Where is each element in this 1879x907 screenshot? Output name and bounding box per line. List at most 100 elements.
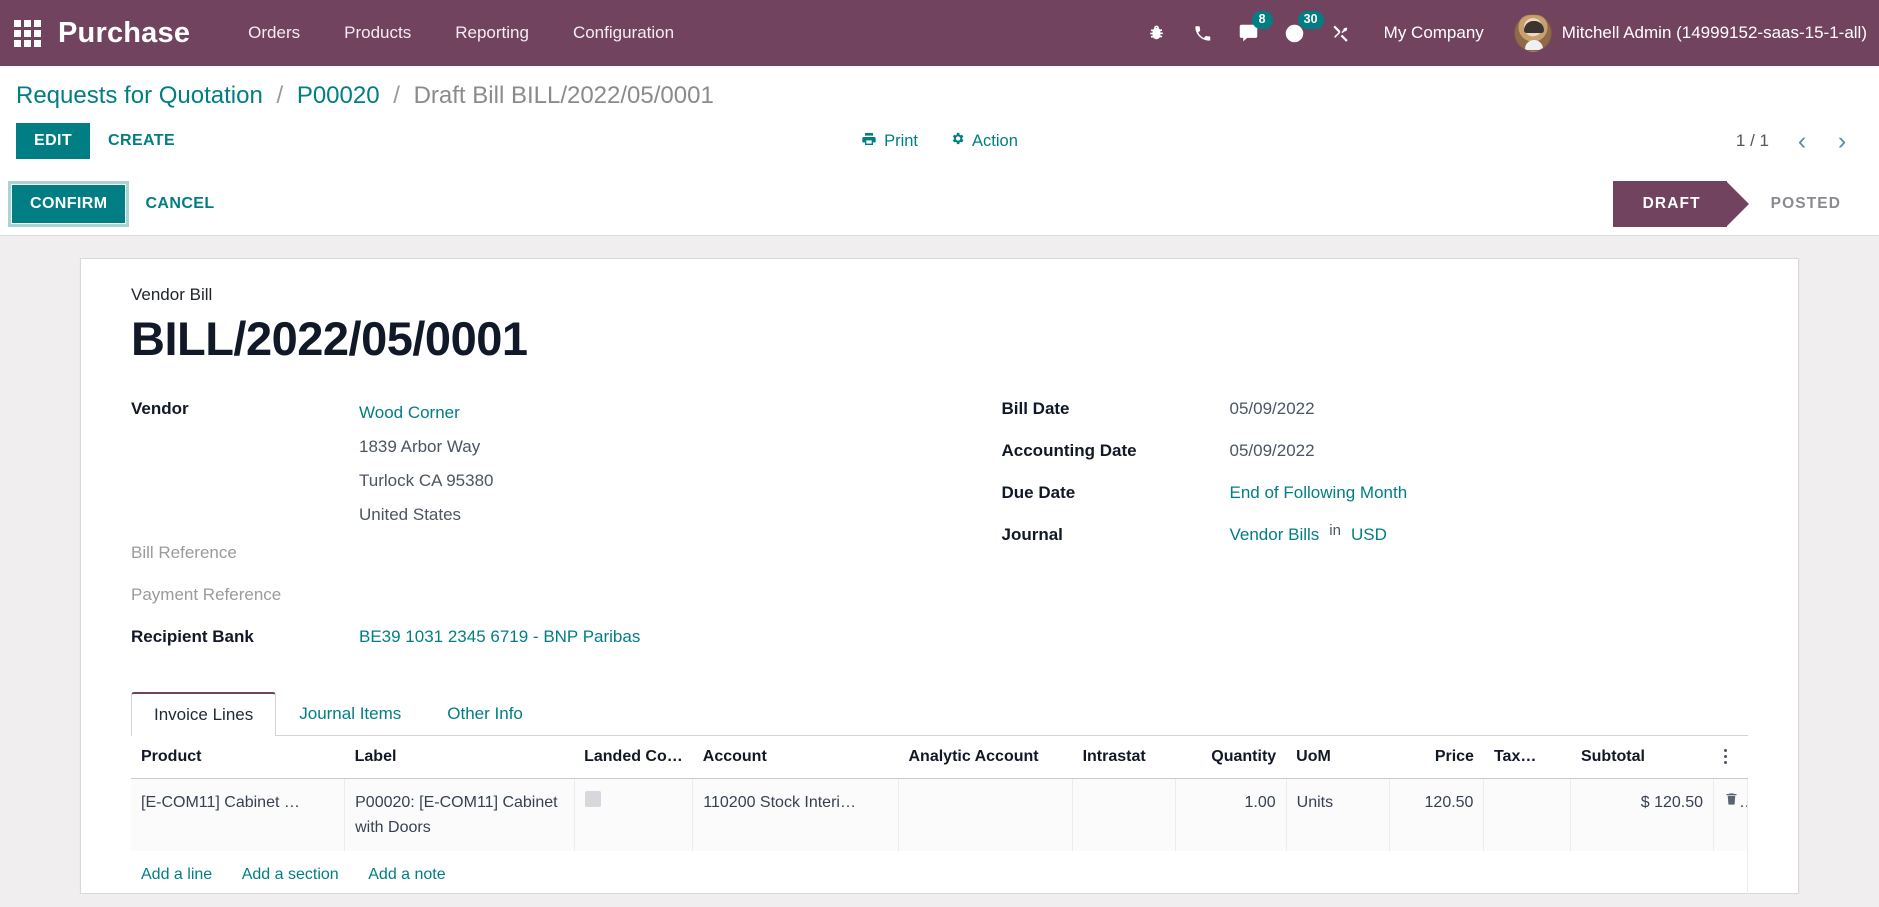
tab-invoice-lines[interactable]: Invoice Lines — [131, 692, 277, 736]
menu-item-orders[interactable]: Orders — [226, 13, 322, 53]
print-button[interactable]: Print — [861, 131, 918, 152]
field-value-accounting-date[interactable]: 05/09/2022 — [1230, 438, 1315, 461]
activities-clock-icon[interactable]: 30 — [1272, 0, 1324, 66]
tab-journal-items[interactable]: Journal Items — [276, 692, 424, 736]
column-header-uom[interactable]: UoM — [1286, 736, 1390, 779]
control-panel-actions: Print Action — [0, 131, 1879, 152]
status-bar: CONFIRM CANCEL DRAFT POSTED — [0, 173, 1879, 236]
column-header-intrastat[interactable]: Intrastat — [1072, 736, 1176, 779]
field-label-due-date: Due Date — [1001, 483, 1076, 502]
status-stages: DRAFT POSTED — [1612, 181, 1879, 227]
breadcrumb-root[interactable]: Requests for Quotation — [16, 82, 263, 109]
field-value-bill-date[interactable]: 05/09/2022 — [1230, 396, 1315, 419]
chevron-left-icon[interactable]: ‹ — [1785, 124, 1819, 158]
menu-item-configuration[interactable]: Configuration — [551, 13, 696, 53]
column-header-account[interactable]: Account — [692, 736, 899, 779]
column-header-quantity[interactable]: Quantity — [1175, 736, 1287, 779]
navbar-systray: 8 30 My Company Mitchell Admin (14999152… — [1134, 0, 1879, 66]
app-brand-title[interactable]: Purchase — [58, 17, 190, 50]
top-navbar: Purchase Orders Products Reporting Confi… — [0, 0, 1879, 66]
cell-account[interactable]: 110200 Stock Interi… — [692, 778, 899, 851]
cell-analytic-account[interactable] — [898, 778, 1074, 851]
breadcrumb-parent[interactable]: P00020 — [297, 82, 380, 109]
user-menu[interactable]: Mitchell Admin (14999152-saas-15-1-all) — [1504, 14, 1875, 52]
column-header-product[interactable]: Product — [131, 736, 345, 779]
cancel-button[interactable]: CANCEL — [125, 185, 234, 223]
page-title: BILL/2022/05/0001 — [131, 312, 528, 365]
vendor-address-block: Wood Corner 1839 Arbor Way Turlock CA 95… — [359, 396, 494, 532]
status-badge-posted[interactable]: POSTED — [1727, 181, 1879, 227]
create-button[interactable]: CREATE — [90, 123, 193, 159]
add-a-note-button[interactable]: Add a note — [368, 866, 445, 883]
field-bill-date: Bill Date 05/09/2022 — [1002, 396, 1749, 430]
column-header-landed-cost[interactable]: Landed Cos… — [574, 736, 693, 779]
column-header-subtotal[interactable]: Subtotal — [1570, 736, 1714, 779]
menu-item-products[interactable]: Products — [322, 13, 433, 53]
bug-icon[interactable] — [1134, 0, 1180, 66]
field-payment-reference: Payment Reference — [131, 582, 940, 616]
menu-item-reporting[interactable]: Reporting — [433, 13, 551, 53]
cell-product[interactable]: [E-COM11] Cabinet … — [131, 778, 346, 851]
breadcrumb: Requests for Quotation / P00020 / Draft … — [0, 66, 1879, 118]
control-panel: EDIT CREATE Print Action 1 / 1 ‹ › — [0, 118, 1879, 173]
messages-badge: 8 — [1251, 11, 1273, 29]
field-label-bill-date: Bill Date — [1001, 399, 1070, 418]
tools-wrench-icon[interactable] — [1318, 0, 1364, 66]
trash-icon[interactable] — [1713, 778, 1748, 851]
cell-landed-cost[interactable] — [574, 778, 694, 851]
cell-quantity[interactable]: 1.00 — [1175, 778, 1287, 851]
confirm-button[interactable]: CONFIRM — [7, 181, 130, 227]
cell-subtotal: $ 120.50 — [1570, 778, 1714, 851]
document-type-label: Vendor Bill — [131, 285, 213, 304]
cell-intrastat[interactable] — [1072, 778, 1176, 851]
status-badge-draft[interactable]: DRAFT — [1612, 181, 1749, 227]
add-a-line-button[interactable]: Add a line — [141, 866, 212, 883]
sheet-container: Vendor Bill BILL/2022/05/0001 Vendor Woo… — [0, 236, 1879, 894]
journal-currency-joiner: in — [1329, 522, 1341, 539]
print-label: Print — [884, 131, 919, 150]
field-due-date: Due Date End of Following Month — [1002, 480, 1749, 514]
table-row[interactable]: [E-COM11] Cabinet … P00020: [E-COM11] Ca… — [131, 778, 1748, 851]
cell-price[interactable]: 120.50 — [1389, 778, 1485, 851]
form-column-left: Vendor Wood Corner 1839 Arbor Way Turloc… — [131, 396, 940, 666]
add-a-section-button[interactable]: Add a section — [242, 866, 339, 883]
cell-uom[interactable]: Units — [1286, 778, 1390, 851]
breadcrumb-current: Draft Bill BILL/2022/05/0001 — [413, 82, 714, 109]
vertical-dots-icon[interactable] — [1713, 736, 1748, 779]
gear-icon — [950, 131, 965, 151]
column-header-tax[interactable]: Tax… — [1483, 736, 1571, 779]
main-menu: Orders Products Reporting Configuration — [226, 13, 696, 53]
messages-icon[interactable]: 8 — [1226, 0, 1273, 66]
breadcrumb-separator: / — [276, 82, 284, 109]
invoice-lines-table: Product Label Landed Cos… Account Analyt… — [131, 736, 1748, 894]
field-value-journal[interactable]: Vendor Bills — [1230, 522, 1320, 545]
column-header-price[interactable]: Price — [1389, 736, 1484, 779]
field-bill-reference: Bill Reference — [131, 540, 940, 574]
action-button[interactable]: Action — [950, 131, 1018, 152]
cell-tax[interactable] — [1483, 778, 1572, 851]
field-label-payment-reference: Payment Reference — [131, 585, 282, 604]
column-header-label[interactable]: Label — [344, 736, 575, 779]
cell-label[interactable]: P00020: [E-COM11] Cabinet with Doors — [344, 778, 575, 851]
chevron-right-icon[interactable]: › — [1825, 124, 1859, 158]
company-switcher[interactable]: My Company — [1364, 23, 1504, 43]
field-value-recipient-bank[interactable]: BE39 1031 2345 6719 - BNP Paribas — [359, 624, 640, 647]
tab-other-info[interactable]: Other Info — [424, 692, 546, 736]
field-value-currency[interactable]: USD — [1351, 522, 1387, 545]
avatar — [1513, 14, 1552, 52]
column-header-analytic-account[interactable]: Analytic Account — [898, 736, 1073, 779]
apps-grid-icon[interactable] — [10, 16, 44, 50]
field-label-recipient-bank: Recipient Bank — [131, 627, 254, 646]
user-name-label: Mitchell Admin (14999152-saas-15-1-all) — [1561, 23, 1867, 42]
printer-icon — [861, 131, 877, 152]
form-sheet: Vendor Bill BILL/2022/05/0001 Vendor Woo… — [80, 258, 1799, 894]
vendor-name-link[interactable]: Wood Corner — [359, 396, 494, 430]
field-value-due-date[interactable]: End of Following Month — [1230, 480, 1408, 503]
phone-icon[interactable] — [1180, 0, 1226, 66]
edit-button[interactable]: EDIT — [16, 123, 91, 159]
vendor-address-city: Turlock CA 95380 — [359, 471, 494, 490]
landed-cost-checkbox[interactable] — [584, 791, 601, 807]
field-recipient-bank: Recipient Bank BE39 1031 2345 6719 - BNP… — [131, 624, 940, 658]
add-line-row: Add a line Add a section Add a note — [131, 851, 1748, 894]
form-columns: Vendor Wood Corner 1839 Arbor Way Turloc… — [131, 396, 1748, 666]
